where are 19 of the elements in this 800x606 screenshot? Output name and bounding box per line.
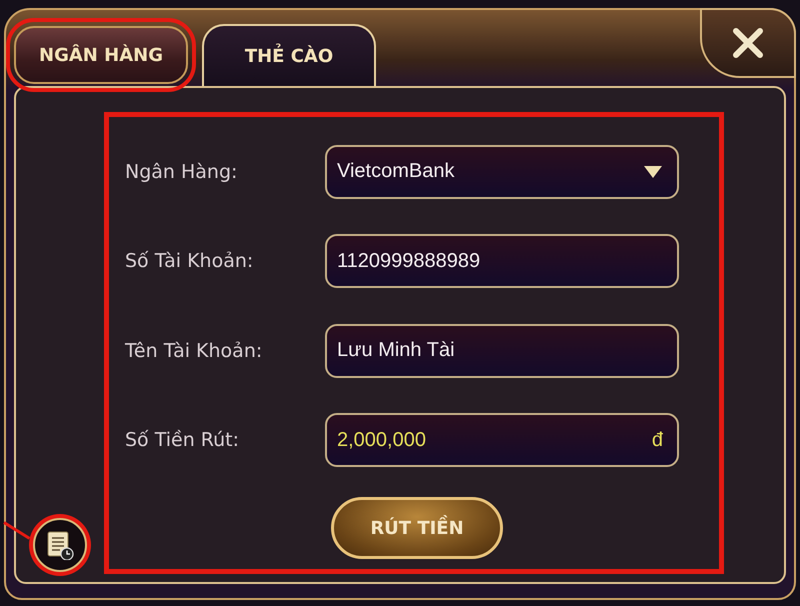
withdraw-button[interactable]: RÚT TIỀN [331, 497, 503, 559]
field-value: Lưu Minh Tài [337, 339, 455, 362]
field-label: Ngân Hàng: [125, 160, 238, 183]
field-label: Tên Tài Khoản: [125, 340, 264, 362]
field-label: Số Tài Khoản: [125, 250, 254, 272]
close-button[interactable] [700, 8, 796, 78]
dropdown-value: VietcomBank [337, 160, 454, 184]
amount-value: 2,000,000 [337, 428, 426, 452]
close-icon [730, 25, 766, 61]
input-field[interactable]: Lưu Minh Tài [325, 324, 679, 378]
field-value: 1120999888989 [337, 250, 480, 273]
document-clock-icon [46, 530, 74, 560]
dropdown-arrow-icon [643, 164, 663, 179]
currency-symbol: đ [652, 428, 663, 452]
amount-field[interactable]: 2,000,000 đ [325, 413, 679, 468]
field-label: Số Tiền Rút: [125, 429, 240, 452]
tab[interactable]: THẺ CÀO [202, 24, 376, 86]
bank-dropdown[interactable]: VietcomBank [325, 144, 679, 199]
input-field[interactable]: 1120999888989 [325, 234, 679, 288]
